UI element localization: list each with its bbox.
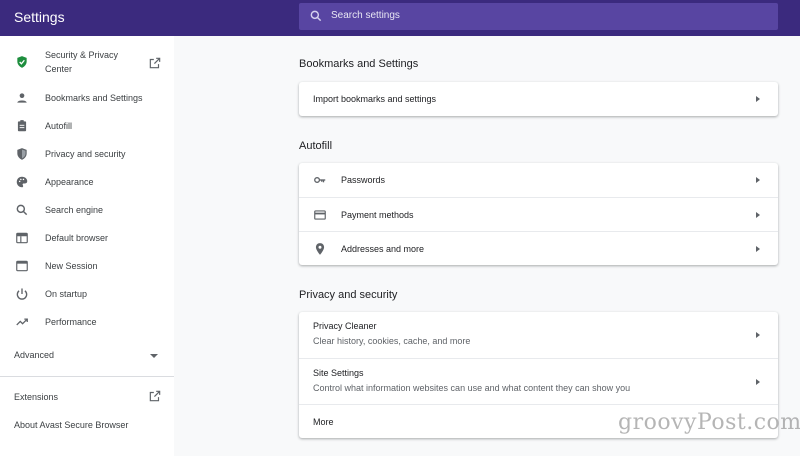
sidebar-item-label: Default browser bbox=[45, 233, 109, 243]
sidebar-item-search-engine[interactable]: Search engine bbox=[0, 197, 174, 223]
passwords-row[interactable]: Passwords bbox=[299, 163, 778, 197]
section-title: Bookmarks and Settings bbox=[299, 58, 419, 70]
sidebar-item-autofill[interactable]: Autofill bbox=[0, 113, 174, 139]
sidebar-item-on-startup[interactable]: On startup bbox=[0, 281, 174, 307]
sidebar-item-appearance[interactable]: Appearance bbox=[0, 169, 174, 195]
sidebar: Security & Privacy Center Bookmarks and … bbox=[0, 36, 174, 456]
trending-up-icon bbox=[16, 318, 28, 326]
row-label: Addresses and more bbox=[341, 244, 425, 254]
sidebar-item-label: Search engine bbox=[45, 205, 104, 215]
sidebar-item-new-session[interactable]: New Session bbox=[0, 253, 174, 279]
external-link-icon[interactable] bbox=[148, 56, 162, 70]
autofill-card: Passwords Payment methods Addresses and … bbox=[299, 163, 778, 265]
person-icon bbox=[17, 93, 27, 103]
page-title: Settings bbox=[14, 9, 65, 25]
chevron-right-icon bbox=[756, 246, 760, 252]
site-settings-row[interactable]: Site Settings Control what information w… bbox=[299, 358, 778, 404]
search-input[interactable]: Search settings bbox=[299, 3, 778, 30]
row-label: Import bookmarks and settings bbox=[313, 94, 437, 104]
sidebar-item-security-privacy-center[interactable]: Security & Privacy Center bbox=[0, 48, 174, 78]
watermark: groovyPost.com bbox=[618, 410, 800, 435]
row-label: Payment methods bbox=[341, 210, 414, 220]
sidebar-item-label: Performance bbox=[45, 317, 97, 327]
chevron-right-icon bbox=[756, 332, 760, 338]
power-icon bbox=[16, 288, 28, 300]
row-label: Site Settings bbox=[313, 368, 364, 378]
privacy-cleaner-row[interactable]: Privacy Cleaner Clear history, cookies, … bbox=[299, 312, 778, 358]
sidebar-item-label: Autofill bbox=[45, 121, 73, 131]
row-label: Passwords bbox=[341, 175, 386, 185]
sidebar-item-label: Privacy and security bbox=[45, 149, 126, 159]
clipboard-icon bbox=[17, 120, 27, 132]
browser-icon bbox=[16, 232, 28, 244]
addresses-row[interactable]: Addresses and more bbox=[299, 231, 778, 265]
window-icon bbox=[16, 260, 28, 272]
sidebar-item-label: Appearance bbox=[45, 177, 94, 187]
import-bookmarks-row[interactable]: Import bookmarks and settings bbox=[299, 82, 778, 116]
advanced-label: Advanced bbox=[14, 350, 55, 360]
sidebar-item-about[interactable]: About Avast Secure Browser bbox=[14, 420, 128, 430]
sidebar-item-label: Bookmarks and Settings bbox=[45, 93, 143, 103]
sidebar-item-performance[interactable]: Performance bbox=[0, 309, 174, 335]
sidebar-item-label: Security & Privacy Center bbox=[45, 50, 119, 74]
chevron-right-icon bbox=[756, 96, 760, 102]
section-title: Autofill bbox=[299, 140, 333, 152]
chevron-right-icon bbox=[756, 379, 760, 385]
sidebar-item-extensions[interactable]: Extensions bbox=[14, 392, 58, 402]
search-icon bbox=[310, 10, 322, 22]
location-pin-icon bbox=[315, 243, 325, 255]
key-icon bbox=[314, 176, 326, 184]
sidebar-item-bookmarks-settings[interactable]: Bookmarks and Settings bbox=[0, 85, 174, 111]
sidebar-item-label: New Session bbox=[45, 261, 98, 271]
external-link-icon[interactable] bbox=[148, 389, 162, 403]
top-bar: Settings Search settings bbox=[0, 0, 800, 36]
advanced-toggle[interactable]: Advanced bbox=[14, 350, 162, 366]
row-label: More bbox=[313, 417, 334, 427]
chevron-down-icon bbox=[150, 354, 158, 358]
palette-icon bbox=[16, 176, 28, 188]
search-icon bbox=[16, 204, 28, 216]
chevron-right-icon bbox=[756, 177, 760, 183]
payment-methods-row[interactable]: Payment methods bbox=[299, 197, 778, 231]
chevron-right-icon bbox=[756, 212, 760, 218]
search-placeholder: Search settings bbox=[331, 10, 400, 21]
sidebar-item-label: On startup bbox=[45, 289, 88, 299]
row-sublabel: Clear history, cookies, cache, and more bbox=[313, 336, 471, 346]
sidebar-item-privacy-security[interactable]: Privacy and security bbox=[0, 141, 174, 167]
row-sublabel: Control what information websites can us… bbox=[313, 383, 631, 393]
shield-check-icon bbox=[17, 56, 27, 68]
sidebar-divider bbox=[0, 376, 174, 377]
bookmarks-settings-card: Import bookmarks and settings bbox=[299, 82, 778, 116]
row-label: Privacy Cleaner bbox=[313, 321, 377, 331]
main-content: Bookmarks and Settings Import bookmarks … bbox=[174, 36, 800, 456]
credit-card-icon bbox=[314, 210, 326, 220]
sidebar-item-default-browser[interactable]: Default browser bbox=[0, 225, 174, 251]
section-title: Privacy and security bbox=[299, 289, 398, 301]
shield-icon bbox=[17, 148, 27, 160]
